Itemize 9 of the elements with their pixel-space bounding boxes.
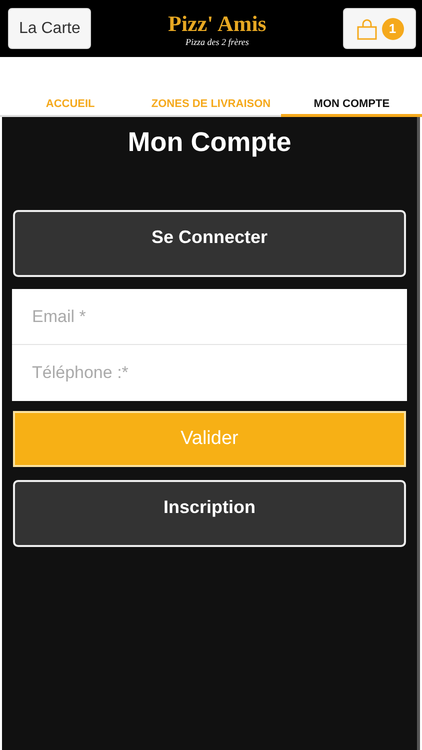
logo: Pizz' Amis Pizza des 2 frères [168, 10, 266, 46]
cart-count-badge: 1 [382, 18, 404, 40]
input-field[interactable]: Email * [12, 289, 407, 345]
page-title: Mon Compte [126, 127, 292, 158]
input-field[interactable]: Téléphone :* [12, 345, 407, 401]
shopping-bag-icon [356, 18, 378, 40]
la-carte-button[interactable]: La Carte [8, 8, 92, 49]
login-button[interactable]: Se Connecter [13, 210, 406, 277]
signup-button[interactable]: Inscription [13, 480, 406, 547]
